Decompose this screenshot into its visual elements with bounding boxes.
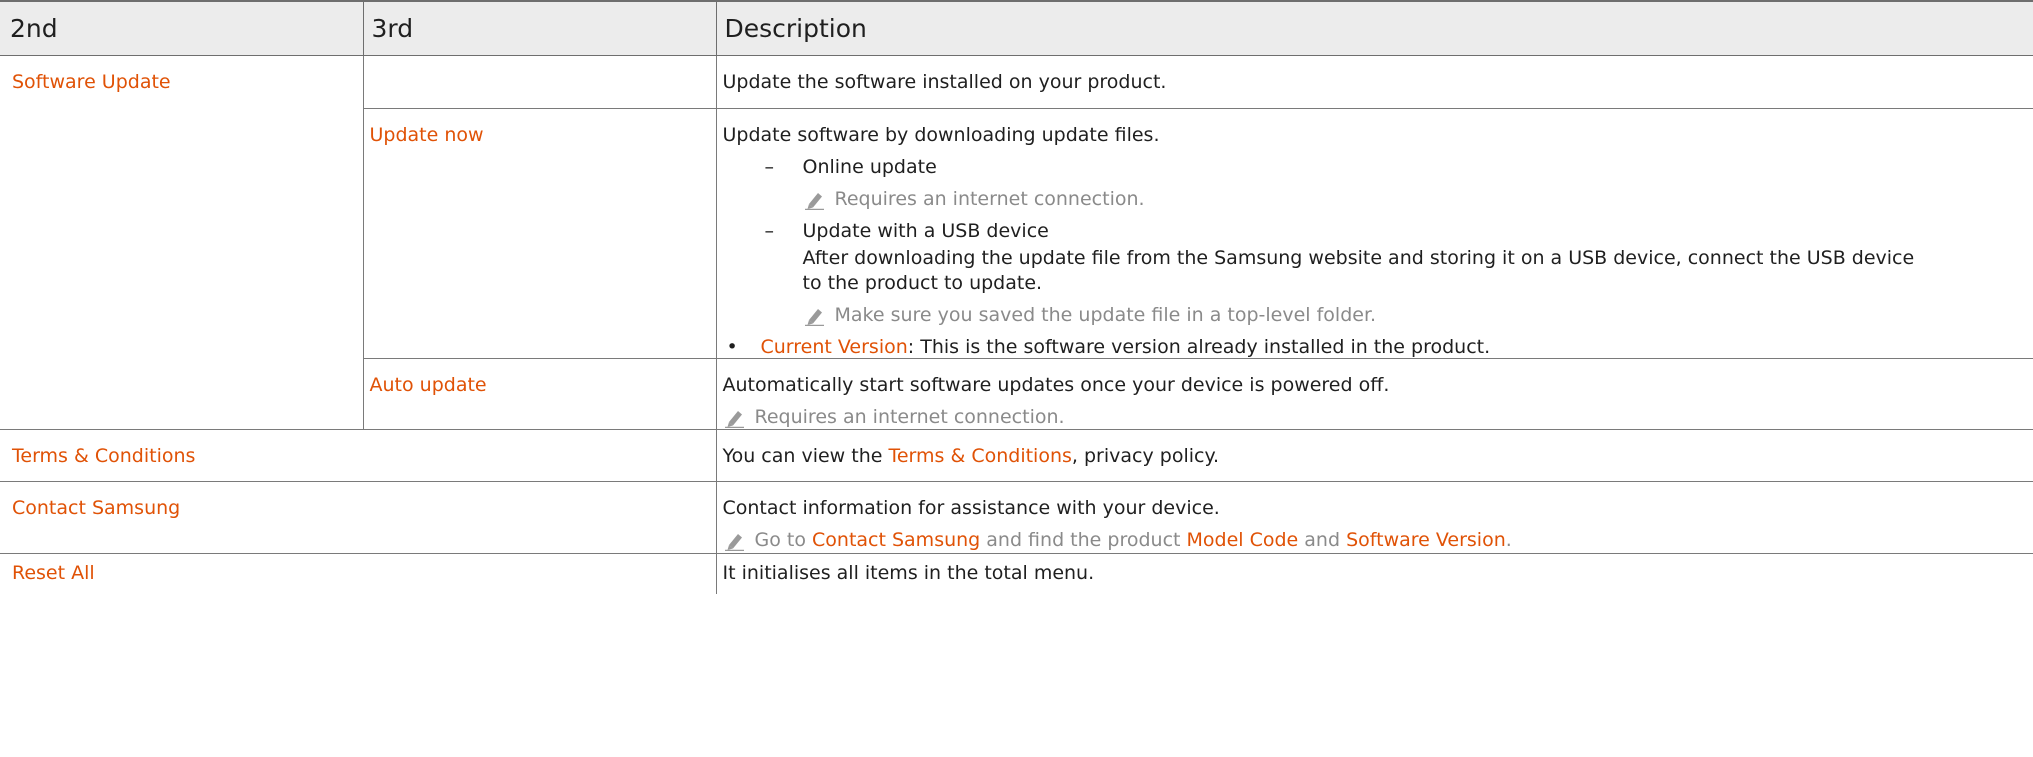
terms-desc-prefix: You can view the — [722, 445, 889, 467]
reset-all-label[interactable]: Reset All — [12, 554, 710, 584]
pencil-icon — [724, 411, 744, 428]
contact-samsung-label[interactable]: Contact Samsung — [12, 482, 710, 519]
update-now-label[interactable]: Update now — [370, 109, 710, 146]
usb-update-note: Make sure you saved the update file in a… — [803, 304, 2028, 326]
current-version-text: : This is the software version already i… — [907, 336, 1491, 358]
cell-description: Update the software installed on your pr… — [715, 55, 2033, 109]
online-update-text: Online update — [802, 156, 937, 178]
online-update-note-text: Requires an internet connection. — [834, 188, 1145, 210]
contact-note-suffix: . — [1505, 529, 1512, 551]
cell-2nd — [0, 109, 363, 359]
contact-samsung-link[interactable]: Contact Samsung — [812, 529, 980, 551]
terms-conditions-label[interactable]: Terms & Conditions — [12, 430, 710, 467]
cell-description: It initialises all items in the total me… — [715, 553, 2033, 594]
header-description: Description — [715, 0, 2033, 56]
contact-note-mid1: and find the product — [980, 529, 1187, 551]
header-3rd: 3rd — [362, 0, 716, 56]
settings-menu-table: 2nd 3rd Description Software Update Upda… — [0, 0, 2033, 594]
cell-description: Automatically start software updates onc… — [715, 358, 2033, 430]
usb-update-item: – Update with a USB device — [764, 220, 1049, 242]
cell-3rd: Update now — [362, 108, 716, 359]
reset-all-description: It initialises all items in the total me… — [722, 562, 1095, 584]
terms-desc-suffix: , privacy policy. — [1071, 445, 1220, 467]
model-code-link[interactable]: Model Code — [1187, 529, 1299, 551]
current-version-item: • Current Version: This is the software … — [726, 336, 1491, 358]
table-row: Reset All It initialises all items in th… — [0, 553, 2033, 595]
contact-description: Contact information for assistance with … — [722, 497, 1220, 519]
software-version-link[interactable]: Software Version — [1346, 529, 1506, 551]
usb-update-note-text: Make sure you saved the update file in a… — [834, 304, 1377, 326]
pencil-icon — [724, 534, 744, 551]
cell-2nd — [0, 358, 363, 430]
cell-2nd: Terms & Conditions — [0, 429, 716, 482]
table-row: Contact Samsung Contact information for … — [0, 481, 2033, 554]
update-now-description: Update software by downloading update fi… — [722, 124, 1160, 146]
table-header-row: 2nd 3rd Description — [0, 0, 2033, 56]
cell-description: Contact information for assistance with … — [715, 481, 2033, 554]
current-version-label[interactable]: Current Version — [761, 336, 908, 358]
usb-update-text: Update with a USB device — [802, 220, 1049, 242]
online-update-note: Requires an internet connection. — [803, 188, 2028, 210]
cell-description: You can view the Terms & Conditions, pri… — [715, 429, 2033, 482]
cell-2nd: Software Update — [0, 56, 363, 109]
pencil-icon — [804, 309, 824, 326]
contact-note-mid2: and — [1298, 529, 1347, 551]
table-row: Terms & Conditions You can view the Term… — [0, 429, 2033, 482]
table-row: Update now Update software by downloadin… — [0, 108, 2033, 359]
terms-conditions-link[interactable]: Terms & Conditions — [888, 445, 1071, 467]
table-row: Auto update Automatically start software… — [0, 358, 2033, 430]
cell-2nd: Contact Samsung — [0, 481, 716, 554]
software-update-label[interactable]: Software Update — [12, 56, 357, 93]
contact-note-prefix: Go to — [754, 529, 813, 551]
usb-update-detail-1: After downloading the update file from t… — [802, 247, 1915, 269]
pencil-icon — [804, 193, 824, 210]
header-2nd: 2nd — [0, 0, 363, 56]
cell-description: Update software by downloading update fi… — [715, 108, 2033, 359]
cell-2nd: Reset All — [0, 554, 716, 595]
software-update-description: Update the software installed on your pr… — [722, 71, 1167, 93]
auto-update-description: Automatically start software updates onc… — [722, 374, 1390, 396]
usb-update-detail-2: to the product to update. — [802, 272, 1043, 294]
contact-note: Go to Contact Samsung and find the produ… — [723, 529, 2028, 551]
auto-update-note-text: Requires an internet connection. — [754, 406, 1065, 428]
auto-update-note: Requires an internet connection. — [723, 406, 2028, 428]
cell-3rd: Auto update — [362, 358, 716, 430]
auto-update-label[interactable]: Auto update — [370, 359, 710, 396]
online-update-item: – Online update — [764, 156, 937, 178]
table-row: Software Update Update the software inst… — [0, 55, 2033, 109]
cell-3rd — [362, 55, 716, 109]
